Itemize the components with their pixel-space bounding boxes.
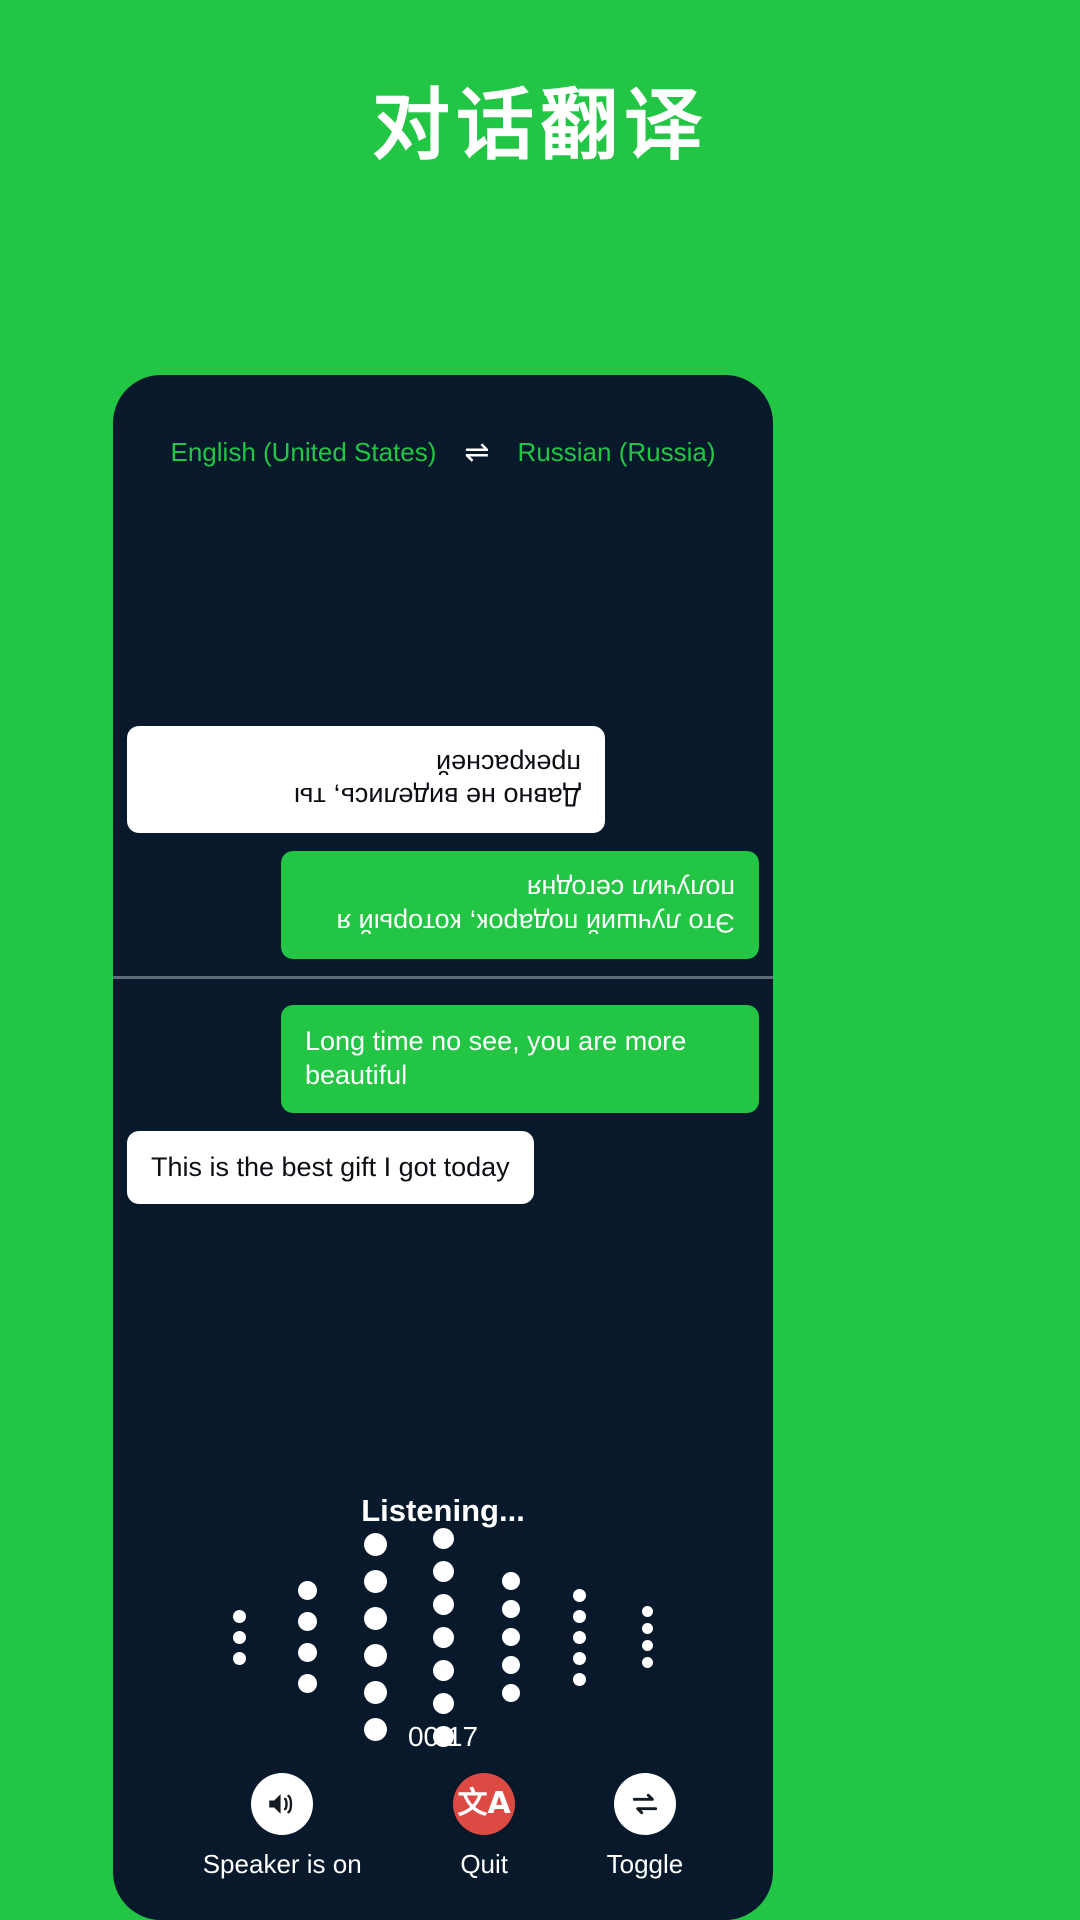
waveform-dot — [572, 1630, 586, 1644]
source-language-selector[interactable]: English (United States) — [171, 437, 437, 468]
waveform-dot — [641, 1657, 653, 1668]
message-bubble-remote-original[interactable]: Давно не виделись, ты прекрасней — [127, 726, 605, 834]
waveform-dot — [432, 1659, 454, 1681]
message-bubble-local-original[interactable]: This is the best gift I got today — [127, 1130, 534, 1205]
waveform-column — [273, 1575, 341, 1699]
waveform-column — [341, 1526, 409, 1748]
toggle-button-label: Toggle — [606, 1849, 684, 1879]
waveform-dot — [297, 1612, 317, 1631]
speaker-toggle-button[interactable]: Speaker is on — [203, 1773, 362, 1880]
waveform-dot — [363, 1570, 387, 1593]
waveform-dot — [297, 1581, 317, 1600]
waveform-column — [205, 1606, 273, 1669]
waveform-dot — [363, 1607, 387, 1630]
toggle-button-circle[interactable] — [613, 1773, 676, 1835]
waveform-dot — [363, 1681, 387, 1704]
waveform-dot — [232, 1609, 246, 1623]
quit-button-label: Quit — [460, 1849, 508, 1879]
local-conversation-pane: Long time no see, you are more beautiful… — [113, 979, 773, 1479]
waveform-dot — [232, 1630, 246, 1644]
recording-timer: 00:17 — [407, 1721, 479, 1752]
swap-arrows-icon — [632, 1793, 658, 1815]
waveform-dot — [363, 1644, 387, 1667]
speaker-on-icon — [269, 1794, 293, 1814]
audio-waveform — [113, 1527, 773, 1747]
waveform-dot — [572, 1588, 586, 1602]
message-row: Давно не виделись, ты прекрасней — [127, 726, 759, 834]
waveform-column — [409, 1522, 477, 1753]
waveform-dot — [641, 1623, 653, 1634]
waveform-dot — [572, 1651, 586, 1665]
language-bar: English (United States) ⇌ Russian (Russi… — [113, 437, 773, 468]
remote-conversation-pane: Это лучший подарок, который я получил се… — [113, 483, 773, 975]
waveform-dot — [232, 1651, 246, 1665]
waveform-column — [613, 1603, 681, 1671]
message-row: Long time no see, you are more beautiful — [127, 1005, 759, 1113]
waveform-dot — [363, 1533, 387, 1556]
waveform-dot — [502, 1600, 520, 1618]
page-title: 对话翻译 — [371, 81, 708, 171]
waveform-dot — [502, 1628, 520, 1646]
toggle-button[interactable]: Toggle — [606, 1773, 684, 1880]
speaker-button-label: Speaker is on — [202, 1849, 362, 1879]
target-language-selector[interactable]: Russian (Russia) — [518, 437, 716, 468]
message-bubble-local-translated[interactable]: Long time no see, you are more beautiful — [281, 1005, 759, 1113]
waveform-column — [477, 1567, 545, 1707]
swap-languages-icon[interactable]: ⇌ — [464, 437, 489, 468]
message-row: Это лучший подарок, который я получил се… — [127, 851, 759, 959]
waveform-dot — [432, 1626, 454, 1648]
speaker-button-circle[interactable] — [251, 1773, 314, 1835]
quit-button-circle[interactable]: 文A — [453, 1773, 516, 1835]
waveform-dot — [432, 1593, 454, 1615]
waveform-dot — [502, 1572, 520, 1590]
waveform-column — [545, 1585, 613, 1690]
message-row: This is the best gift I got today — [127, 1130, 759, 1205]
waveform-dot — [432, 1527, 454, 1549]
phone-frame: English (United States) ⇌ Russian (Russi… — [113, 375, 773, 1920]
waveform-dot — [502, 1656, 520, 1674]
waveform-dot — [297, 1643, 317, 1662]
message-bubble-remote-translated[interactable]: Это лучший подарок, который я получил се… — [281, 851, 759, 959]
waveform-dot — [641, 1640, 653, 1651]
waveform-dot — [572, 1609, 586, 1623]
bottom-controls: Speaker is on 文A Quit Toggle — [113, 1773, 773, 1880]
waveform-dot — [297, 1674, 317, 1693]
waveform-dot — [641, 1606, 653, 1617]
waveform-dot — [432, 1560, 454, 1582]
quit-button[interactable]: 文A Quit — [453, 1773, 516, 1880]
waveform-dot — [572, 1672, 586, 1686]
waveform-dot — [502, 1684, 520, 1702]
waveform-dot — [432, 1692, 454, 1714]
translate-icon: 文A — [457, 1786, 511, 1821]
